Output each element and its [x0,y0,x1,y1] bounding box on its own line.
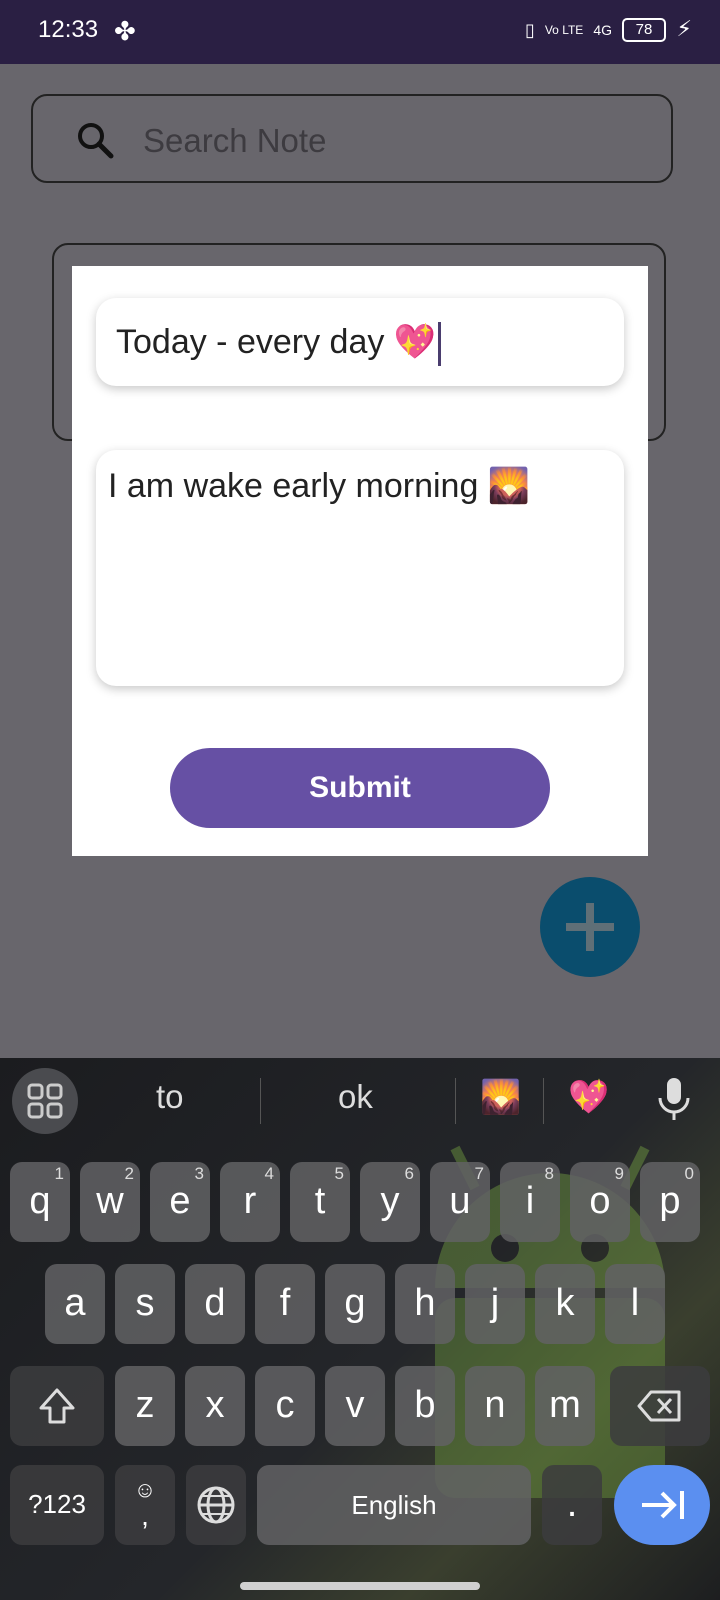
suggestion-1[interactable]: to [156,1078,184,1116]
key-e[interactable]: e3 [150,1162,210,1242]
key-label: o [589,1180,611,1222]
space-bar[interactable]: English [257,1465,531,1545]
emoji-comma-key[interactable]: ☺ , [115,1465,175,1545]
key-number-hint: 7 [474,1164,484,1183]
fan-icon: ✤ [114,16,136,46]
globe-icon [197,1486,235,1524]
key-j[interactable]: j [465,1264,525,1344]
key-n[interactable]: n [465,1366,525,1446]
key-number-hint: 5 [334,1164,344,1183]
tab-arrow-icon [642,1491,684,1519]
key-x[interactable]: x [185,1366,245,1446]
status-time: 12:33 [38,16,99,43]
suggestion-divider [543,1078,544,1124]
note-body-value: I am wake early morning 🌄 [108,467,531,505]
search-input[interactable]: Search Note [143,122,326,160]
microphone-icon[interactable] [656,1076,692,1124]
key-u[interactable]: u7 [430,1162,490,1242]
note-dialog: Today - every day 💖 I am wake early morn… [72,266,648,856]
grid-icon [27,1083,63,1119]
shift-key[interactable] [10,1366,104,1446]
key-label: p [659,1180,681,1222]
volte-icon: Vo LTE [544,23,584,37]
key-h[interactable]: h [395,1264,455,1344]
key-t[interactable]: t5 [290,1162,350,1242]
status-bar: 12:33 ✤ ▯ Vo LTE 4G 78 ⚡ [0,0,720,64]
key-g[interactable]: g [325,1264,385,1344]
next-key[interactable] [614,1465,710,1545]
add-note-button[interactable] [540,877,640,977]
key-number-hint: 4 [264,1164,274,1183]
search-bar[interactable]: Search Note [31,94,673,183]
charging-icon: ⚡ [676,16,692,41]
key-s[interactable]: s [115,1264,175,1344]
key-label: y [380,1180,400,1222]
key-number-hint: 9 [614,1164,624,1183]
comma-label: , [141,1500,149,1531]
key-number-hint: 2 [124,1164,134,1183]
submit-button[interactable]: Submit [170,748,550,828]
status-indicators: ▯ Vo LTE 4G 78 [525,18,666,42]
key-z[interactable]: z [115,1366,175,1446]
key-f[interactable]: f [255,1264,315,1344]
suggestion-divider [455,1078,456,1124]
suggestion-2[interactable]: ok [338,1078,373,1116]
suggestion-divider [260,1078,261,1124]
key-w[interactable]: w2 [80,1162,140,1242]
period-key[interactable]: . [542,1465,602,1545]
key-p[interactable]: p0 [640,1162,700,1242]
language-key[interactable] [186,1465,246,1545]
backspace-icon [637,1390,681,1422]
key-number-hint: 0 [684,1164,694,1183]
key-o[interactable]: o9 [570,1162,630,1242]
key-label: t [314,1180,326,1222]
signal-icon: 4G [593,22,612,38]
key-v[interactable]: v [325,1366,385,1446]
suggestion-emoji-1[interactable]: 🌄 [480,1078,521,1117]
key-label: w [96,1180,124,1222]
key-b[interactable]: b [395,1366,455,1446]
suggestion-bar: to ok 🌄 💖 [0,1058,720,1144]
key-label: e [169,1180,191,1222]
key-k[interactable]: k [535,1264,595,1344]
key-q[interactable]: q1 [10,1162,70,1242]
key-number-hint: 8 [544,1164,554,1183]
note-title-field[interactable]: Today - every day 💖 [96,298,624,386]
keyboard-menu-button[interactable] [12,1068,78,1134]
suggestion-emoji-2[interactable]: 💖 [568,1078,609,1117]
note-body-field[interactable]: I am wake early morning 🌄 [96,450,624,686]
key-label: r [243,1180,257,1222]
search-icon [78,123,114,159]
key-number-hint: 1 [54,1164,64,1183]
key-number-hint: 3 [194,1164,204,1183]
note-title-value: Today - every day 💖 [116,323,437,361]
navigation-handle[interactable] [240,1582,480,1590]
vibrate-icon: ▯ [524,19,535,40]
key-label: q [29,1180,51,1222]
key-c[interactable]: c [255,1366,315,1446]
key-r[interactable]: r4 [220,1162,280,1242]
key-label: u [449,1180,471,1222]
plus-icon [566,903,614,951]
backspace-key[interactable] [610,1366,710,1446]
key-number-hint: 6 [404,1164,414,1183]
symbols-key[interactable]: ?123 [10,1465,104,1545]
shift-icon [39,1388,75,1424]
key-y[interactable]: y6 [360,1162,420,1242]
battery-icon: 78 [622,18,666,42]
key-a[interactable]: a [45,1264,105,1344]
key-l[interactable]: l [605,1264,665,1344]
key-i[interactable]: i8 [500,1162,560,1242]
text-cursor [438,322,442,367]
key-m[interactable]: m [535,1366,595,1446]
key-label: i [525,1180,535,1222]
key-d[interactable]: d [185,1264,245,1344]
